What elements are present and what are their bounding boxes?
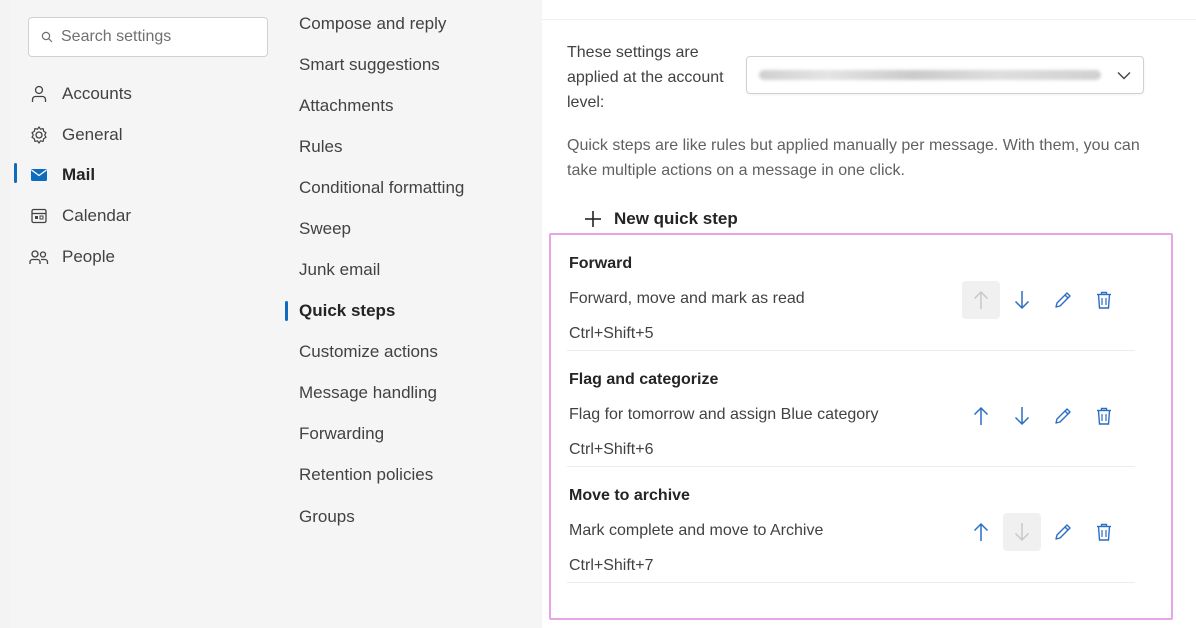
move-up-button[interactable] <box>962 513 1000 551</box>
nav-selection-indicator <box>14 163 17 183</box>
account-email-redacted <box>759 70 1101 80</box>
subnav-item-attachments[interactable]: Attachments <box>299 91 394 121</box>
arrow-up-icon <box>973 406 989 425</box>
quick-step-actions <box>962 513 1126 551</box>
trash-icon <box>1097 523 1111 541</box>
subnav-item-message-handling[interactable]: Message handling <box>299 378 437 408</box>
nav-item-calendar[interactable]: Calendar <box>28 200 268 232</box>
nav-item-mail[interactable]: Mail <box>28 159 268 191</box>
new-quick-step-button[interactable]: New quick step <box>584 204 738 234</box>
quick-step-description: Forward, move and mark as read <box>569 290 805 307</box>
edit-button[interactable] <box>1044 281 1082 319</box>
quick-step-item: Flag and categorize Flag for tomorrow an… <box>551 351 1171 467</box>
move-down-button[interactable] <box>1003 281 1041 319</box>
search-box[interactable] <box>28 17 268 57</box>
trash-icon <box>1097 291 1111 309</box>
chevron-down-icon <box>1117 71 1131 79</box>
pencil-icon <box>1055 292 1071 308</box>
new-quick-step-label: New quick step <box>614 209 738 228</box>
calendar-icon <box>28 205 50 227</box>
quick-steps-list: Forward Forward, move and mark as read C… <box>549 233 1173 620</box>
move-down-button[interactable] <box>1003 513 1041 551</box>
nav-item-label: People <box>62 247 115 266</box>
pencil-icon <box>1055 524 1071 540</box>
account-level-label: These settings are applied at the accoun… <box>567 44 724 111</box>
pencil-icon <box>1055 408 1071 424</box>
quick-step-shortcut: Ctrl+Shift+6 <box>569 441 654 458</box>
content-top-divider <box>542 0 1196 20</box>
quick-steps-description: Quick steps are like rules but applied m… <box>567 137 1140 179</box>
plus-icon <box>585 211 601 227</box>
quick-step-shortcut: Ctrl+Shift+7 <box>569 557 654 574</box>
edit-button[interactable] <box>1044 513 1082 551</box>
arrow-down-icon <box>1014 523 1030 542</box>
mail-subnav: Compose and reply Smart suggestions Atta… <box>272 0 542 628</box>
delete-button[interactable] <box>1085 281 1123 319</box>
nav-item-label: Calendar <box>62 206 131 225</box>
quick-step-title: Forward <box>569 255 633 272</box>
subnav-item-customize-actions[interactable]: Customize actions <box>299 337 438 367</box>
subnav-item-forwarding[interactable]: Forwarding <box>299 419 384 449</box>
quick-step-actions <box>962 397 1126 435</box>
nav-item-accounts[interactable]: Accounts <box>28 78 268 110</box>
nav-item-label: Mail <box>62 165 96 184</box>
subnav-item-sweep[interactable]: Sweep <box>299 214 351 244</box>
settings-nav: Accounts General Mail Calendar People <box>10 0 272 628</box>
search-icon <box>41 31 53 43</box>
person-icon <box>28 83 50 105</box>
subnav-item-quick-steps[interactable]: Quick steps <box>299 296 395 326</box>
subnav-item-compose-and-reply[interactable]: Compose and reply <box>299 9 446 39</box>
move-down-button[interactable] <box>1003 397 1041 435</box>
search-input[interactable] <box>61 28 251 46</box>
quick-steps-pane: These settings are applied at the accoun… <box>542 0 1196 628</box>
move-up-button[interactable] <box>962 397 1000 435</box>
quick-step-item: Forward Forward, move and mark as read C… <box>551 235 1171 351</box>
subnav-item-junk-email[interactable]: Junk email <box>299 255 380 285</box>
quick-step-title: Flag and categorize <box>569 371 719 388</box>
nav-item-people[interactable]: People <box>28 241 268 273</box>
quick-step-description: Mark complete and move to Archive <box>569 522 824 539</box>
subnav-item-groups[interactable]: Groups <box>299 502 355 532</box>
subnav-item-conditional-formatting[interactable]: Conditional formatting <box>299 173 464 203</box>
quick-step-description: Flag for tomorrow and assign Blue catego… <box>569 406 879 423</box>
nav-item-general[interactable]: General <box>28 119 268 151</box>
account-dropdown[interactable] <box>746 56 1144 94</box>
people-icon <box>28 246 50 268</box>
subnav-selection-indicator <box>285 301 288 321</box>
delete-button[interactable] <box>1085 397 1123 435</box>
delete-button[interactable] <box>1085 513 1123 551</box>
quick-step-item: Move to archive Mark complete and move t… <box>551 467 1171 583</box>
arrow-up-icon <box>973 290 989 309</box>
nav-item-label: Accounts <box>62 84 132 103</box>
arrow-down-icon <box>1014 407 1030 426</box>
settings-window: Accounts General Mail Calendar People <box>0 0 1196 628</box>
arrow-up-icon <box>973 522 989 541</box>
quick-step-actions <box>962 281 1126 319</box>
edit-button[interactable] <box>1044 397 1082 435</box>
subnav-item-smart-suggestions[interactable]: Smart suggestions <box>299 50 440 80</box>
quick-step-shortcut: Ctrl+Shift+5 <box>569 325 654 342</box>
trash-icon <box>1097 407 1111 425</box>
gear-icon <box>28 124 50 146</box>
move-up-button[interactable] <box>962 281 1000 319</box>
mail-icon <box>28 164 50 186</box>
quick-step-title: Move to archive <box>569 487 690 504</box>
arrow-down-icon <box>1014 291 1030 310</box>
nav-item-label: General <box>62 125 123 144</box>
subnav-item-retention-policies[interactable]: Retention policies <box>299 460 433 490</box>
subnav-item-rules[interactable]: Rules <box>299 132 342 162</box>
